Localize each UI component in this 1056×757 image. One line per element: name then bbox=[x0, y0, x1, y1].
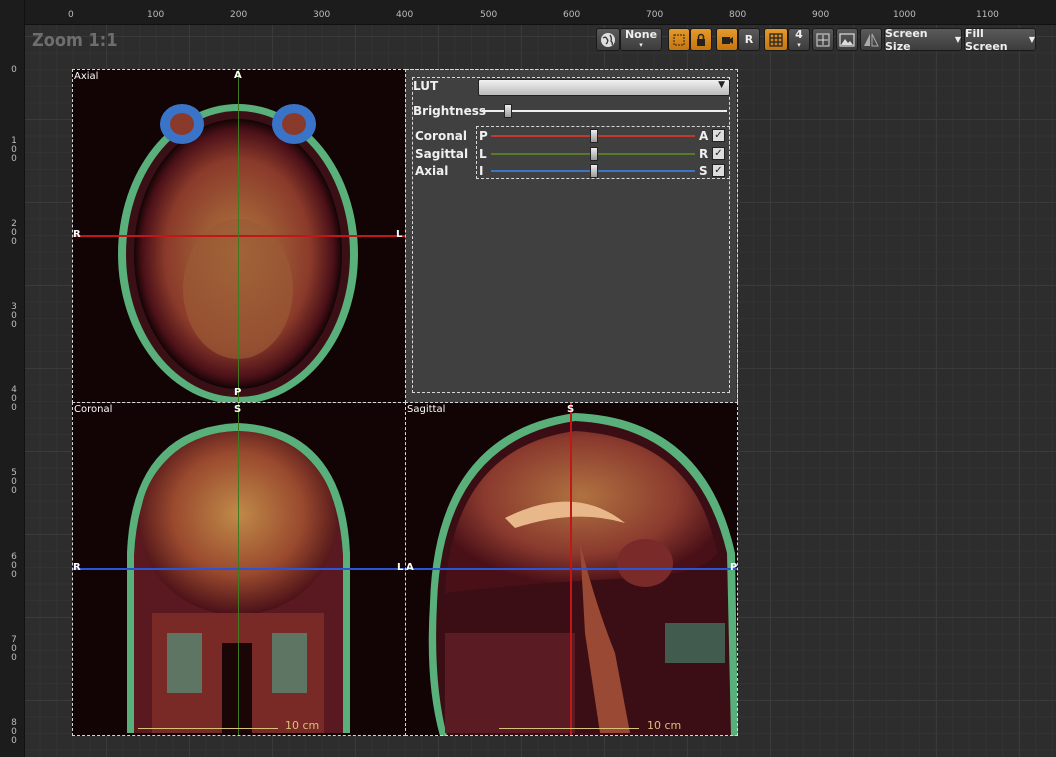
top-ruler: 0 100 200 300 400 500 600 700 800 900 10… bbox=[0, 0, 1056, 25]
r-button[interactable]: R bbox=[738, 28, 760, 51]
viewport-toolbar: None ▾ R 4 ▾ Screen Size ▼ Fill Screen ▼ bbox=[596, 26, 1036, 53]
panel-view-frame bbox=[405, 69, 738, 403]
left-ruler: 0 1 0 0 2 0 0 3 0 0 4 0 0 5 0 0 6 0 0 7 … bbox=[0, 0, 25, 757]
fill-screen-label: Fill Screen bbox=[965, 26, 1008, 53]
screen-size-dropdown[interactable]: Screen Size ▼ bbox=[884, 26, 962, 53]
globe-icon[interactable] bbox=[596, 28, 620, 51]
ruler-label: 7 0 0 bbox=[11, 635, 17, 663]
ruler-label: 1000 bbox=[893, 10, 916, 20]
chevron-down-icon: ▾ bbox=[797, 40, 801, 49]
lock-icon[interactable] bbox=[690, 28, 712, 51]
ruler-label: 300 bbox=[313, 10, 331, 20]
axial-view-frame bbox=[72, 69, 406, 403]
coronal-view-frame bbox=[72, 402, 406, 736]
ruler-label: 0 bbox=[11, 65, 17, 75]
ruler-label: 800 bbox=[729, 10, 747, 20]
respect-locks-icon[interactable] bbox=[668, 28, 690, 51]
grid-size-value: 4 bbox=[795, 27, 803, 41]
ruler-label: 5 0 0 bbox=[11, 468, 17, 496]
grid-icon[interactable] bbox=[764, 28, 788, 51]
ruler-label: 100 bbox=[147, 10, 165, 20]
ruler-label: 900 bbox=[812, 10, 830, 20]
ruler-label: 1 0 0 bbox=[11, 136, 17, 164]
ruler-label: 400 bbox=[396, 10, 414, 20]
ruler-label: 4 0 0 bbox=[11, 385, 17, 413]
ruler-label: 200 bbox=[230, 10, 248, 20]
image-icon[interactable] bbox=[836, 28, 858, 51]
ruler-label: 2 0 0 bbox=[11, 219, 17, 247]
ruler-label: 8 0 0 bbox=[11, 718, 17, 746]
ruler-label: 3 0 0 bbox=[11, 302, 17, 330]
ruler-label: 6 0 0 bbox=[11, 552, 17, 580]
screen-size-label: Screen Size bbox=[885, 26, 928, 53]
chevron-down-icon: ▼ bbox=[1028, 35, 1035, 44]
sagittal-view-frame bbox=[405, 402, 738, 736]
ruler-label: 1100 bbox=[976, 10, 999, 20]
mirror-icon[interactable] bbox=[860, 28, 882, 51]
fill-screen-dropdown[interactable]: Fill Screen ▼ bbox=[964, 26, 1036, 53]
grid-size-dropdown[interactable]: 4 ▾ bbox=[788, 28, 810, 51]
fit-icon[interactable] bbox=[812, 28, 834, 51]
zoom-label: Zoom 1:1 bbox=[32, 30, 118, 51]
ruler-label: 0 bbox=[68, 10, 74, 20]
none-dropdown[interactable]: None ▾ bbox=[620, 28, 662, 51]
none-dropdown-label: None bbox=[624, 27, 658, 41]
camera-icon[interactable] bbox=[716, 28, 738, 51]
ruler-label: 700 bbox=[646, 10, 664, 20]
ruler-label: 500 bbox=[480, 10, 498, 20]
chevron-down-icon: ▾ bbox=[639, 40, 643, 49]
ruler-label: 600 bbox=[563, 10, 581, 20]
chevron-down-icon: ▼ bbox=[954, 35, 961, 44]
